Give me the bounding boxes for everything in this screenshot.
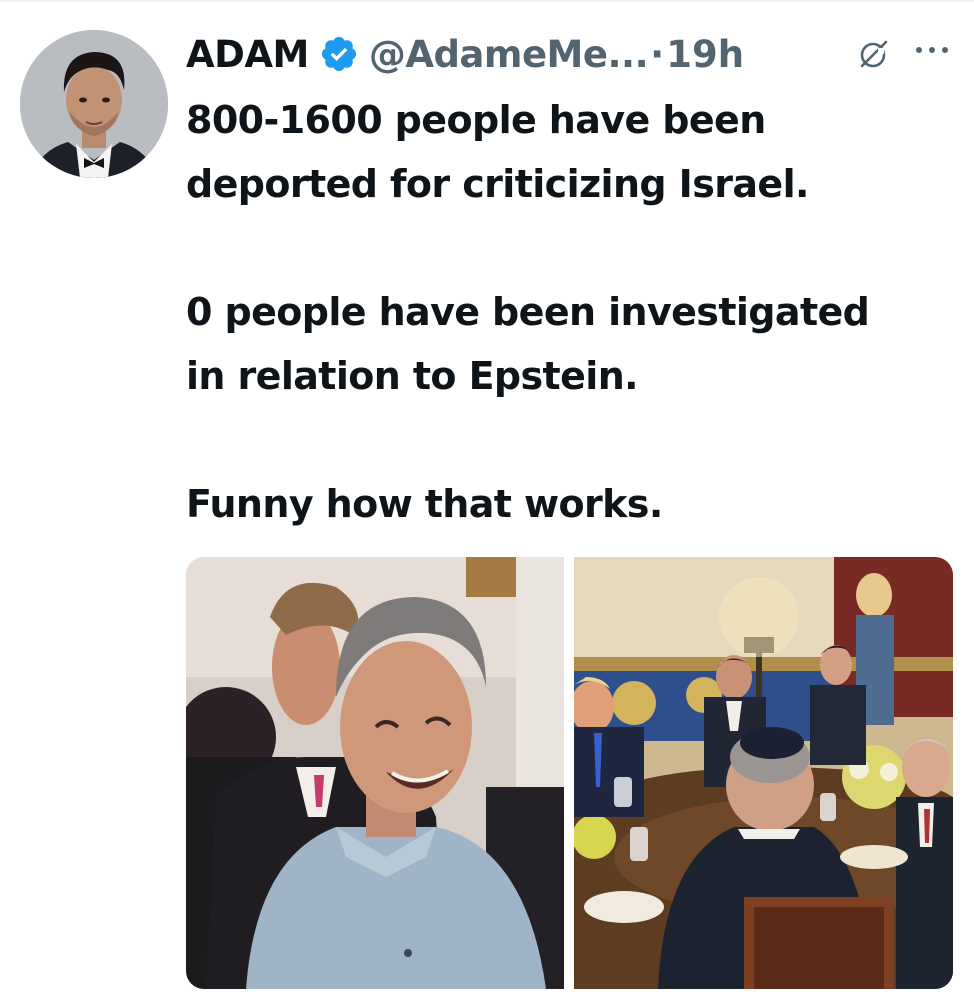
media-photo-1[interactable] [186, 557, 564, 989]
media-photo-2[interactable] [574, 557, 953, 989]
timestamp[interactable]: 19h [666, 33, 744, 76]
tweet-text: 800-1600 people have been deported for c… [186, 88, 956, 536]
tweet-line: Funny how that works. [186, 482, 663, 526]
grok-icon[interactable] [856, 36, 892, 72]
display-name[interactable]: ADAM [186, 33, 309, 76]
top-divider [0, 0, 974, 2]
more-options-icon[interactable] [910, 38, 954, 62]
verified-badge-icon [319, 34, 359, 74]
author-handle[interactable]: @AdameMe... [369, 33, 649, 76]
tweet-header: ADAM @AdameMe... · 19h [186, 26, 744, 82]
tweet-line: 0 people have been investigated [186, 290, 870, 334]
tweet-media [186, 557, 953, 989]
avatar[interactable] [20, 30, 168, 178]
tweet-line: deported for criticizing Israel. [186, 162, 809, 206]
tweet-line: in relation to Epstein. [186, 354, 639, 398]
separator-dot: · [650, 32, 665, 76]
tweet-line: 800-1600 people have been [186, 98, 766, 142]
